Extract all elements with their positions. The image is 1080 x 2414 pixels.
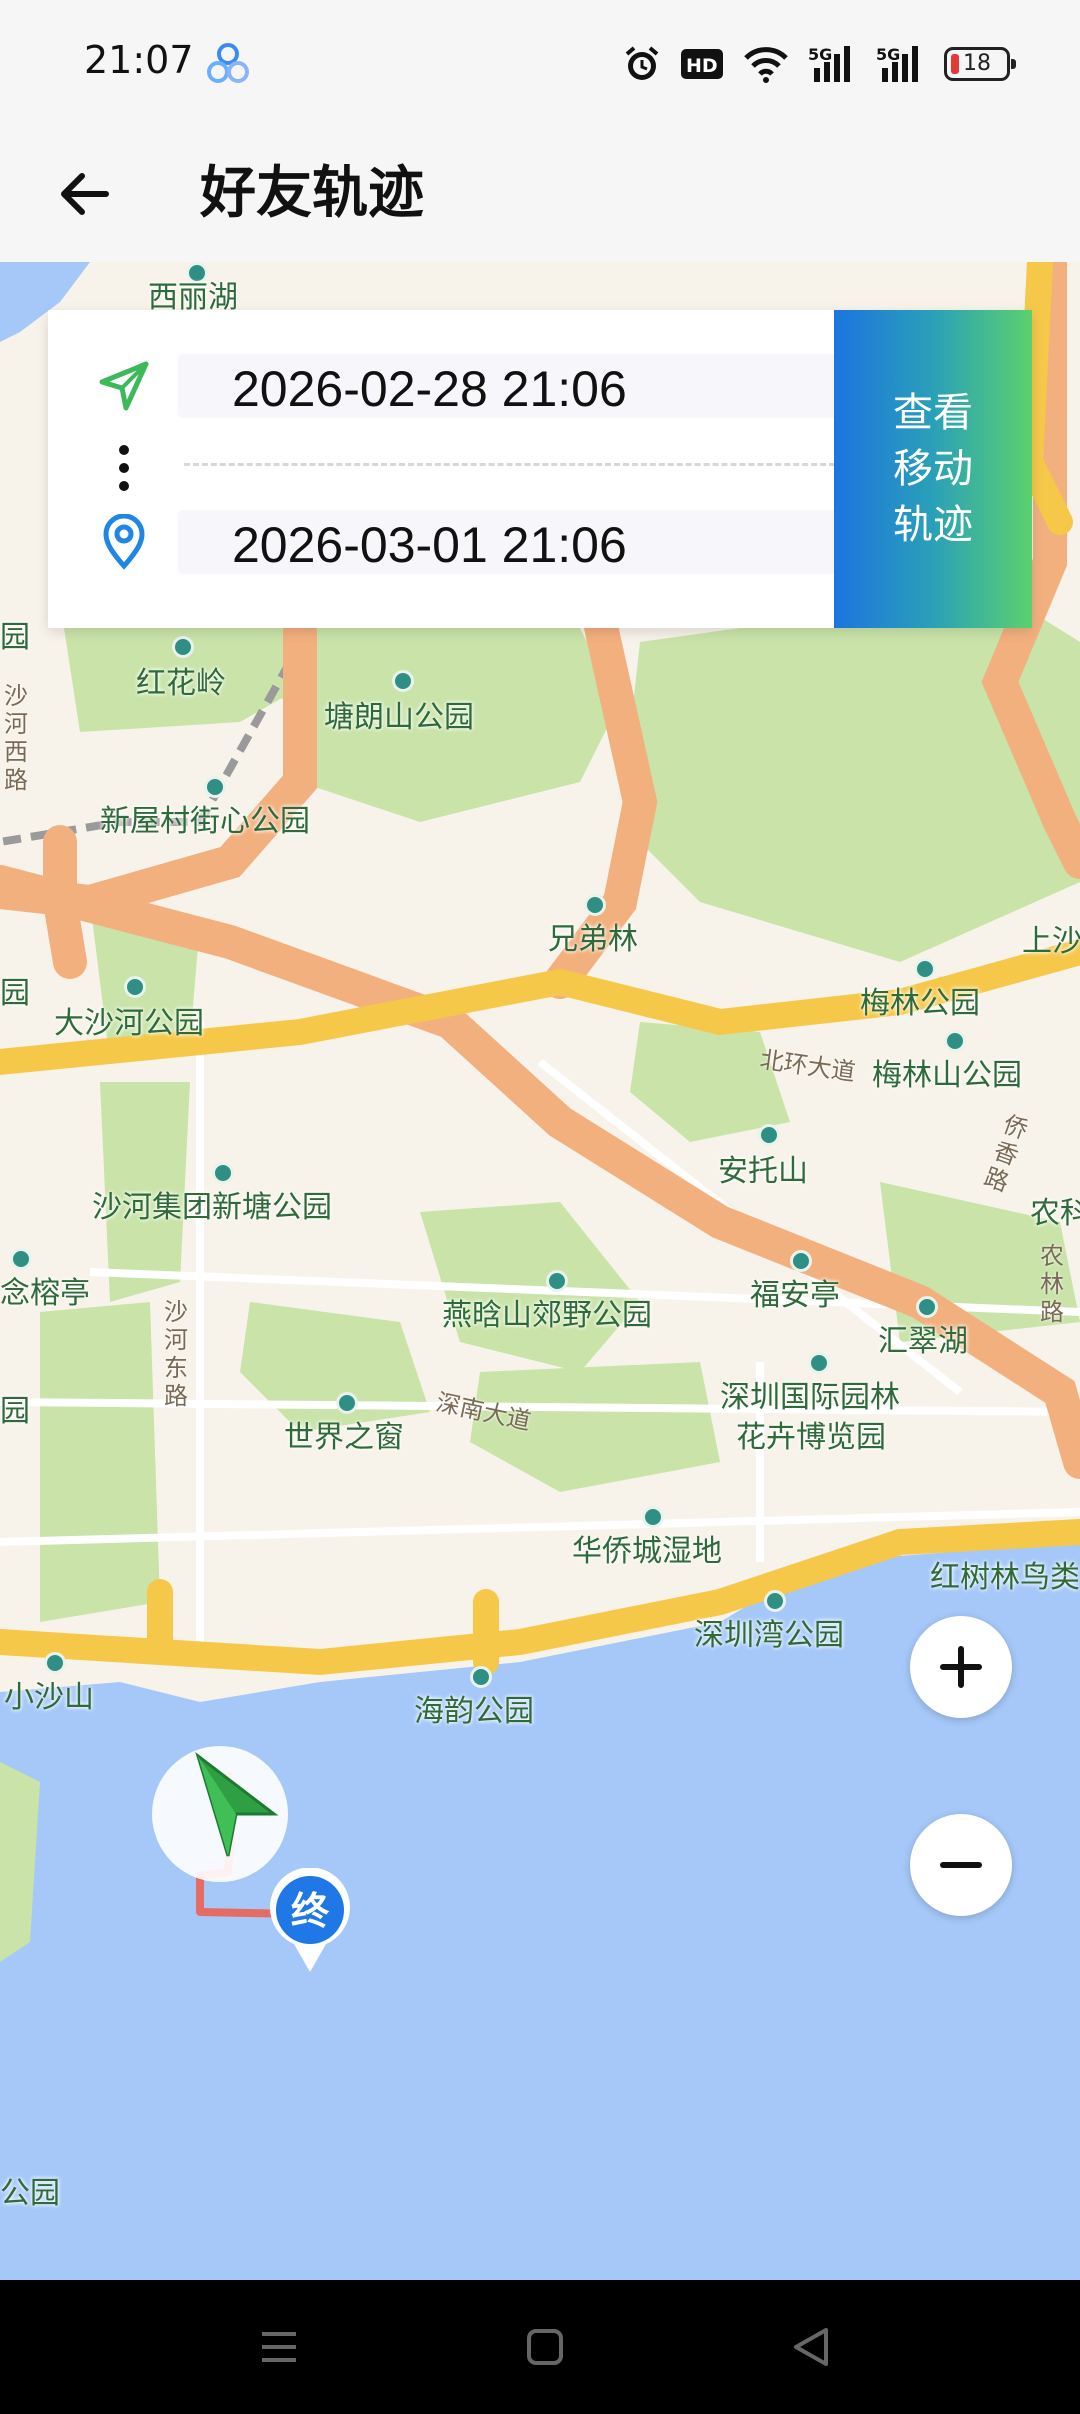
end-time: 2026-03-01 21:06 [232,517,627,573]
poi-label: 燕晗山郊野公园 [442,1298,652,1333]
poi-dot [808,1352,830,1374]
poi-label: 园 [0,976,30,1011]
poi-label: 园 [0,1394,30,1429]
poi-label: 梅林山公园 [872,1058,1022,1093]
poi-label: 念榕亭 [0,1276,90,1311]
poi-dot [44,1652,66,1674]
poi-label: 红树林鸟类 [930,1560,1080,1595]
poi-label: 深圳湾公园 [694,1618,844,1653]
poi-dot [764,1590,786,1612]
app-logo-icon [207,43,249,83]
battery-level: 18 [963,51,991,76]
svg-text:5G: 5G [876,45,900,64]
poi-dot [584,894,606,916]
poi-label: 红花岭 [136,666,226,701]
view-track-label: 查看移动轨迹 [893,390,973,548]
poi-dot [790,1250,812,1272]
page-title: 好友轨迹 [200,161,424,226]
end-marker-label: 终 [291,1889,330,1933]
poi-label: 华侨城湿地 [572,1534,722,1569]
poi-dot [172,636,194,658]
poi-label: 园 [0,620,30,655]
app-header: 好友轨迹 [0,130,1080,262]
arrow-left-icon[interactable] [50,158,122,230]
more-vertical-icon [119,445,129,491]
poi-label: 世界之窗 [284,1420,404,1455]
end-time-field[interactable]: 2026-03-01 21:06 [178,510,868,574]
poi-label: 福安亭 [750,1278,840,1313]
poi-label: 塘朗山公园 [324,700,474,735]
poi-dot [914,958,936,980]
road-label: 农林路 [1040,1242,1064,1326]
poi-label: 公园 [0,2176,60,2211]
poi-label: 花卉博览园 [736,1420,886,1455]
poi-dot [10,1248,32,1270]
poi-label: 海韵公园 [414,1694,534,1729]
minus-icon [940,1862,982,1868]
battery-icon: 18 [944,47,1016,81]
divider [184,463,844,466]
poi-dot [758,1124,780,1146]
poi-dot [336,1392,358,1414]
back-triangle-icon[interactable] [786,2322,836,2372]
5g-signal-icon: 5G [876,45,918,82]
poi-label: 沙河集团新塘公园 [92,1190,332,1225]
poi-label: 农科 [1030,1196,1080,1231]
current-position-marker-icon[interactable] [150,1744,290,1884]
view-track-button[interactable]: 查看移动轨迹 [834,310,1032,628]
plus-icon [940,1646,982,1688]
poi-label: 梅林公园 [860,986,980,1021]
road-label: 沙河东路 [164,1298,188,1410]
home-icon[interactable] [520,2322,570,2372]
road-label: 沙河西路 [4,682,28,794]
poi-dot [916,1296,938,1318]
status-bar: 21:07 HD 5G 5G 18 [0,0,1080,130]
poi-label: 上沙 [1022,924,1080,959]
poi-dot [124,976,146,998]
poi-dot [642,1506,664,1528]
start-time-field[interactable]: 2026-02-28 21:06 [178,354,868,418]
location-pin-icon [103,514,145,570]
poi-dot [470,1666,492,1688]
poi-label: 深圳国际园林 [720,1380,900,1415]
poi-label: 大沙河公园 [54,1006,204,1041]
poi-dot [546,1270,568,1292]
svg-text:HD: HD [686,55,718,77]
zoom-in-button[interactable] [910,1616,1012,1718]
poi-label: 汇翠湖 [878,1324,968,1359]
poi-label: 新屋村街心公园 [100,804,310,839]
start-time: 2026-02-28 21:06 [232,361,627,417]
menu-icon[interactable] [254,2322,304,2372]
zoom-out-button[interactable] [910,1814,1012,1916]
svg-text:5G: 5G [808,45,832,64]
system-nav-bar [0,2280,1080,2414]
end-point-marker-icon[interactable]: 终 [268,1868,352,1976]
poi-dot [392,670,414,692]
poi-label: 小沙山 [4,1680,94,1715]
alarm-icon [625,46,659,80]
status-time: 21:07 [84,38,194,82]
poi-label: 兄弟林 [548,922,638,957]
5g-signal-icon: 5G [808,45,850,82]
poi-dot [212,1162,234,1184]
navigation-arrow-icon [99,361,149,411]
poi-dot [944,1030,966,1052]
hd-icon: HD [681,49,723,79]
time-range-card: 2026-02-28 21:06 2026-03-01 21:06 查看移动轨迹 [48,310,1032,628]
poi-label: 安托山 [718,1154,808,1189]
wifi-icon [744,47,788,83]
poi-dot [204,776,226,798]
